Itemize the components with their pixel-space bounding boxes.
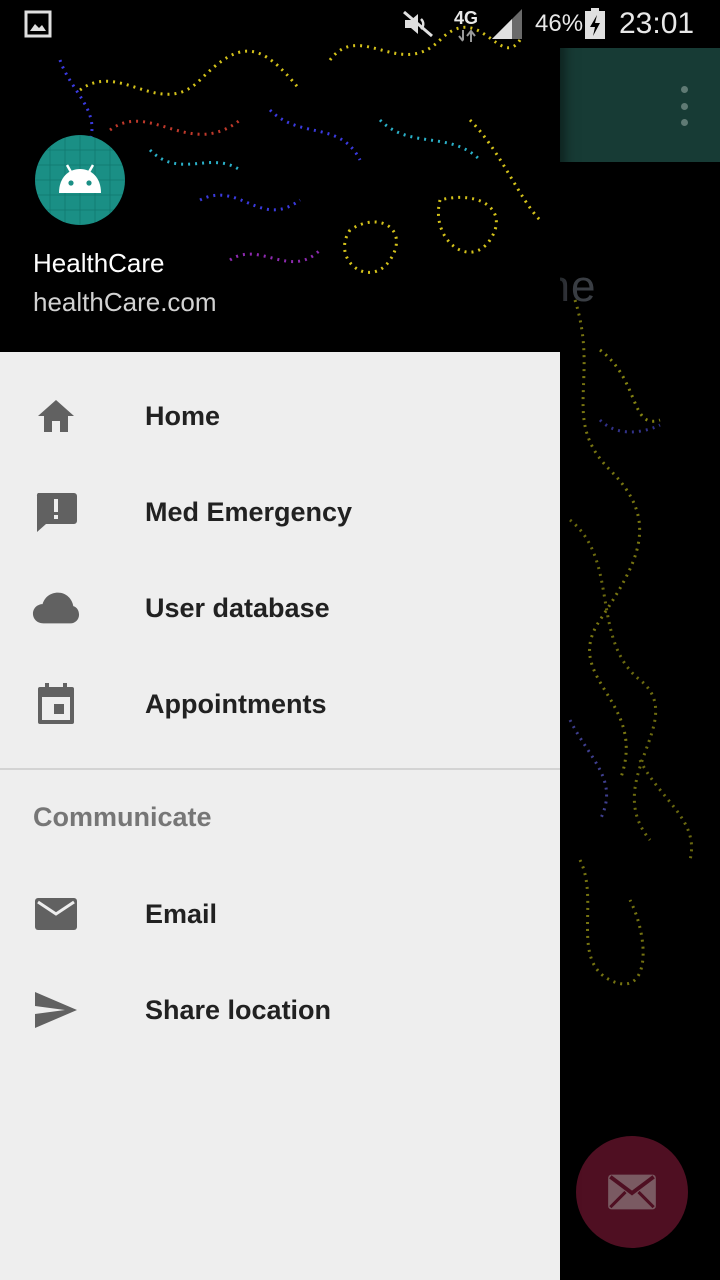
- send-icon: [32, 986, 80, 1034]
- nav-item-label: Med Emergency: [145, 496, 353, 527]
- nav-item-home[interactable]: Home: [0, 368, 560, 464]
- nav-item-appointments[interactable]: Appointments: [0, 656, 560, 752]
- status-bar: 4G 46% 23:01: [0, 0, 720, 48]
- nav-item-label: Share location: [145, 994, 332, 1025]
- nav-item-label: User database: [145, 592, 330, 623]
- mail-icon: [608, 1174, 656, 1210]
- user-name: HealthCare: [33, 248, 165, 278]
- section-title-communicate: Communicate: [33, 802, 212, 832]
- user-email: healthCare.com: [33, 287, 217, 317]
- nav-item-label: Home: [145, 400, 221, 431]
- nav-item-user-database[interactable]: User database: [0, 560, 560, 656]
- mute-icon: [402, 0, 434, 48]
- clock: 23:01: [619, 7, 695, 40]
- network-4g-icon: 4G: [452, 0, 484, 48]
- drawer-header: HealthCare healthCare.com: [0, 0, 560, 352]
- signal-icon: [490, 0, 524, 48]
- nav-item-label: Appointments: [145, 688, 327, 719]
- home-icon: [32, 392, 80, 440]
- nav-item-share-location[interactable]: Share location: [0, 962, 560, 1058]
- cloud-icon: [32, 584, 80, 632]
- network-type-label: 4G: [454, 8, 479, 28]
- email-fab-button[interactable]: [576, 1136, 688, 1248]
- battery-percent: 46%: [535, 10, 584, 37]
- event-icon: [32, 680, 80, 728]
- android-icon: [35, 135, 125, 225]
- avatar: [35, 135, 125, 225]
- navigation-drawer: HealthCare healthCare.com Home Med Emerg…: [0, 0, 560, 1280]
- gallery-icon: [24, 0, 52, 48]
- more-vert-icon[interactable]: [676, 86, 692, 126]
- battery-charging-icon: [584, 0, 606, 48]
- nav-item-email[interactable]: Email: [0, 866, 560, 962]
- nav-item-med-emergency[interactable]: Med Emergency: [0, 464, 560, 560]
- report-icon: [32, 488, 80, 536]
- drawer-divider: [0, 768, 560, 770]
- mail-icon: [32, 890, 80, 938]
- nav-item-label: Email: [145, 898, 218, 929]
